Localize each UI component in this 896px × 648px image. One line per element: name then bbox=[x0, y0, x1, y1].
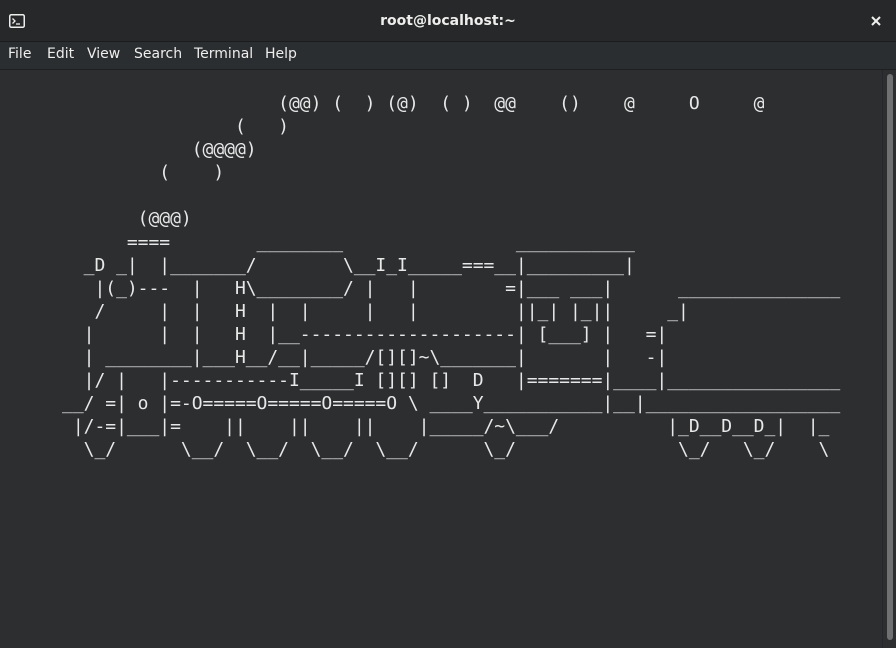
title-bar[interactable]: root@localhost:~ bbox=[0, 0, 896, 42]
menu-help[interactable]: Help bbox=[265, 42, 297, 69]
menu-file[interactable]: File bbox=[8, 42, 31, 69]
scrollbar[interactable] bbox=[882, 70, 896, 648]
scrollbar-thumb[interactable] bbox=[887, 74, 893, 640]
terminal-window: root@localhost:~ File Edit View Search T… bbox=[0, 0, 896, 648]
menu-search[interactable]: Search bbox=[134, 42, 182, 69]
menu-bar: File Edit View Search Terminal Help bbox=[0, 42, 896, 70]
menu-terminal[interactable]: Terminal bbox=[194, 42, 253, 69]
terminal-area[interactable]: (@@) ( ) (@) ( ) @@ () @ O @ ( ) (@@@@) … bbox=[0, 70, 882, 648]
menu-view[interactable]: View bbox=[87, 42, 120, 69]
terminal-output: (@@) ( ) (@) ( ) @@ () @ O @ ( ) (@@@@) … bbox=[62, 93, 841, 461]
menu-edit[interactable]: Edit bbox=[47, 42, 74, 69]
window-title: root@localhost:~ bbox=[380, 13, 516, 29]
close-icon[interactable] bbox=[866, 11, 886, 31]
